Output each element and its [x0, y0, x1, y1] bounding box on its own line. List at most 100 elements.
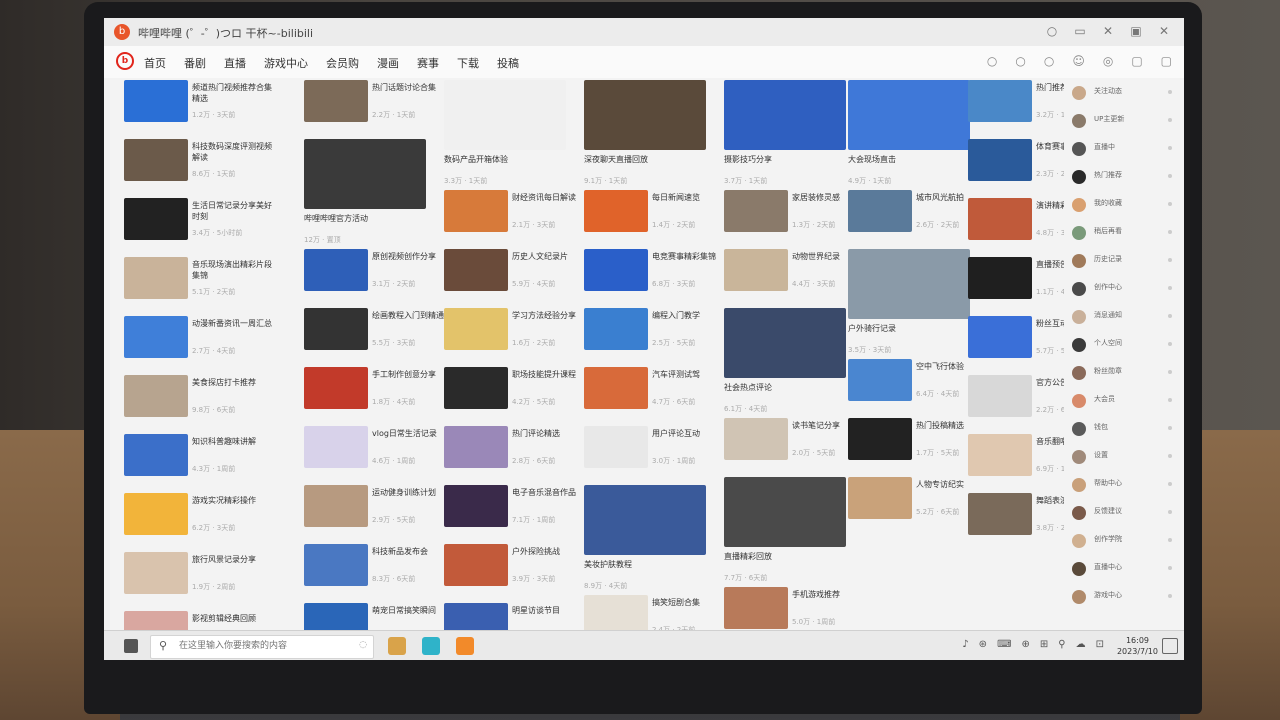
- video-title[interactable]: 电子音乐混音作品: [512, 487, 592, 509]
- video-card[interactable]: 舞蹈表演视频 3.8万 · 2天前: [968, 493, 1064, 549]
- video-title[interactable]: 汽车评测试驾: [652, 369, 732, 391]
- video-card[interactable]: 生活日常记录分享美好时刻 3.4万 · 5小时前: [124, 198, 272, 254]
- video-title[interactable]: 用户评论互动: [652, 428, 732, 450]
- video-thumbnail[interactable]: [124, 198, 188, 240]
- video-card[interactable]: 旅行风景记录分享 1.9万 · 2周前: [124, 552, 272, 608]
- video-card[interactable]: 每日新闻速览 1.4万 · 2天前: [584, 190, 732, 246]
- bilibili-taskbar-icon[interactable]: [456, 637, 474, 655]
- search-input[interactable]: [177, 640, 361, 652]
- sidebar-item[interactable]: UP主更新: [1068, 108, 1178, 136]
- nav-item[interactable]: 直播: [224, 55, 246, 71]
- video-card[interactable]: 明星访谈节目5.3万 · 4天前: [444, 603, 592, 630]
- video-title[interactable]: 音乐翻唱作品: [1036, 436, 1064, 458]
- sidebar-item[interactable]: 粉丝勋章: [1068, 360, 1178, 388]
- video-thumbnail[interactable]: [724, 249, 788, 291]
- video-title[interactable]: 户外骑行记录: [848, 323, 970, 345]
- video-card[interactable]: 动漫新番资讯一周汇总 2.7万 · 4天前: [124, 316, 272, 372]
- video-card[interactable]: 游戏实况精彩操作 6.2万 · 3天前: [124, 493, 272, 549]
- video-title[interactable]: 频道热门视频推荐合集精选: [192, 82, 272, 104]
- video-title[interactable]: 官方公告发布: [1036, 377, 1064, 399]
- video-card[interactable]: 萌宠日常搞笑瞬间6.7万 · 2天前: [304, 603, 452, 630]
- video-thumbnail[interactable]: [724, 80, 846, 150]
- sidebar-item[interactable]: 创作中心: [1068, 276, 1178, 304]
- video-title[interactable]: 粉丝互动留言: [1036, 318, 1064, 340]
- video-card[interactable]: 美妆护肤教程 8.9万 · 4天前: [584, 485, 732, 591]
- nav-item[interactable]: 投稿: [497, 55, 519, 71]
- video-thumbnail[interactable]: [848, 249, 970, 319]
- video-card[interactable]: 热门推荐视频 3.2万 · 1天前: [968, 80, 1064, 136]
- video-thumbnail[interactable]: [124, 139, 188, 181]
- nav-tool-icon[interactable]: ○: [1044, 54, 1054, 68]
- sidebar-item[interactable]: 大会员: [1068, 388, 1178, 416]
- file-explorer-icon[interactable]: [388, 637, 406, 655]
- video-title[interactable]: 热门评论精选: [512, 428, 592, 450]
- video-thumbnail[interactable]: [444, 544, 508, 586]
- bilibili-logo-icon[interactable]: b: [116, 52, 134, 70]
- video-card[interactable]: 财经资讯每日解读 2.1万 · 3天前: [444, 190, 592, 246]
- video-card[interactable]: 户外探险挑战 3.9万 · 3天前: [444, 544, 592, 600]
- video-title[interactable]: 科技新品发布会: [372, 546, 452, 568]
- video-thumbnail[interactable]: [584, 426, 648, 468]
- video-card[interactable]: 手工制作创意分享 1.8万 · 4天前: [304, 367, 452, 423]
- video-thumbnail[interactable]: [124, 316, 188, 358]
- sidebar-item[interactable]: 游戏中心: [1068, 584, 1178, 612]
- tray-icon[interactable]: ☁: [1076, 639, 1086, 650]
- video-card[interactable]: 电子音乐混音作品 7.1万 · 1周前: [444, 485, 592, 541]
- video-card[interactable]: 深夜聊天直播回放 9.1万 · 1天前: [584, 80, 732, 186]
- video-thumbnail[interactable]: [724, 308, 846, 378]
- video-title[interactable]: 影视剪辑经典回顾: [192, 613, 272, 630]
- video-thumbnail[interactable]: [304, 367, 368, 409]
- video-title[interactable]: 美妆护肤教程: [584, 559, 706, 581]
- video-thumbnail[interactable]: [968, 80, 1032, 122]
- nav-item[interactable]: 下载: [457, 55, 479, 71]
- video-title[interactable]: 每日新闻速览: [652, 192, 732, 214]
- video-title[interactable]: 大会现场直击: [848, 154, 970, 176]
- video-title[interactable]: 萌宠日常搞笑瞬间: [372, 605, 452, 627]
- video-card[interactable]: 热门话题讨论合集 2.2万 · 1天前: [304, 80, 452, 136]
- video-card[interactable]: 手机游戏推荐 5.0万 · 1周前: [724, 587, 872, 630]
- taskbar-search[interactable]: ⚲ ◌: [150, 635, 374, 659]
- video-title[interactable]: 手工制作创意分享: [372, 369, 452, 391]
- sidebar-item[interactable]: 帮助中心: [1068, 472, 1178, 500]
- message-icon[interactable]: ◎: [1103, 54, 1113, 68]
- video-title[interactable]: 演讲精彩片段: [1036, 200, 1064, 222]
- nav-item[interactable]: 会员购: [326, 55, 359, 71]
- video-card[interactable]: 编程入门教学 2.5万 · 5天前: [584, 308, 732, 364]
- video-thumbnail[interactable]: [304, 426, 368, 468]
- close-icon[interactable]: ✕: [1158, 24, 1170, 38]
- video-card[interactable]: 知识科普趣味讲解 4.3万 · 1周前: [124, 434, 272, 490]
- video-thumbnail[interactable]: [444, 249, 508, 291]
- video-thumbnail[interactable]: [724, 418, 788, 460]
- microphone-icon[interactable]: ◌: [359, 640, 367, 650]
- video-thumbnail[interactable]: [124, 552, 188, 594]
- video-thumbnail[interactable]: [444, 603, 508, 630]
- tray-icon[interactable]: ⊕: [1022, 639, 1030, 650]
- video-title[interactable]: 生活日常记录分享美好时刻: [192, 200, 272, 222]
- nav-tool-icon[interactable]: ○: [1015, 54, 1025, 68]
- video-thumbnail[interactable]: [584, 595, 648, 630]
- system-clock[interactable]: 16:09 2023/7/10: [1117, 635, 1158, 657]
- video-card[interactable]: 科技数码深度评测视频解读 8.6万 · 1天前: [124, 139, 272, 195]
- video-title[interactable]: 哔哩哔哩官方活动: [304, 213, 426, 235]
- video-thumbnail[interactable]: [848, 80, 970, 150]
- nav-item[interactable]: 赛事: [417, 55, 439, 71]
- tray-icon[interactable]: ⚲: [1058, 639, 1065, 650]
- sidebar-item[interactable]: 个人空间: [1068, 332, 1178, 360]
- video-title[interactable]: 社会热点评论: [724, 382, 846, 404]
- video-thumbnail[interactable]: [968, 257, 1032, 299]
- sidebar-item[interactable]: 反馈建议: [1068, 500, 1178, 528]
- video-thumbnail[interactable]: [304, 308, 368, 350]
- video-title[interactable]: 电竞赛事精彩集锦: [652, 251, 732, 273]
- favorites-icon[interactable]: ▢: [1131, 54, 1142, 68]
- start-button[interactable]: [124, 639, 138, 653]
- video-thumbnail[interactable]: [968, 493, 1032, 535]
- video-title[interactable]: vlog日常生活记录: [372, 428, 452, 450]
- video-title[interactable]: 历史人文纪录片: [512, 251, 592, 273]
- video-thumbnail[interactable]: [968, 434, 1032, 476]
- video-card[interactable]: 汽车评测试驾 4.7万 · 6天前: [584, 367, 732, 423]
- sidebar-item[interactable]: 关注动态: [1068, 80, 1178, 108]
- video-thumbnail[interactable]: [584, 80, 706, 150]
- sidebar-item[interactable]: 热门推荐: [1068, 164, 1178, 192]
- video-card[interactable]: 电竞赛事精彩集锦 6.8万 · 3天前: [584, 249, 732, 305]
- nav-item[interactable]: 漫画: [377, 55, 399, 71]
